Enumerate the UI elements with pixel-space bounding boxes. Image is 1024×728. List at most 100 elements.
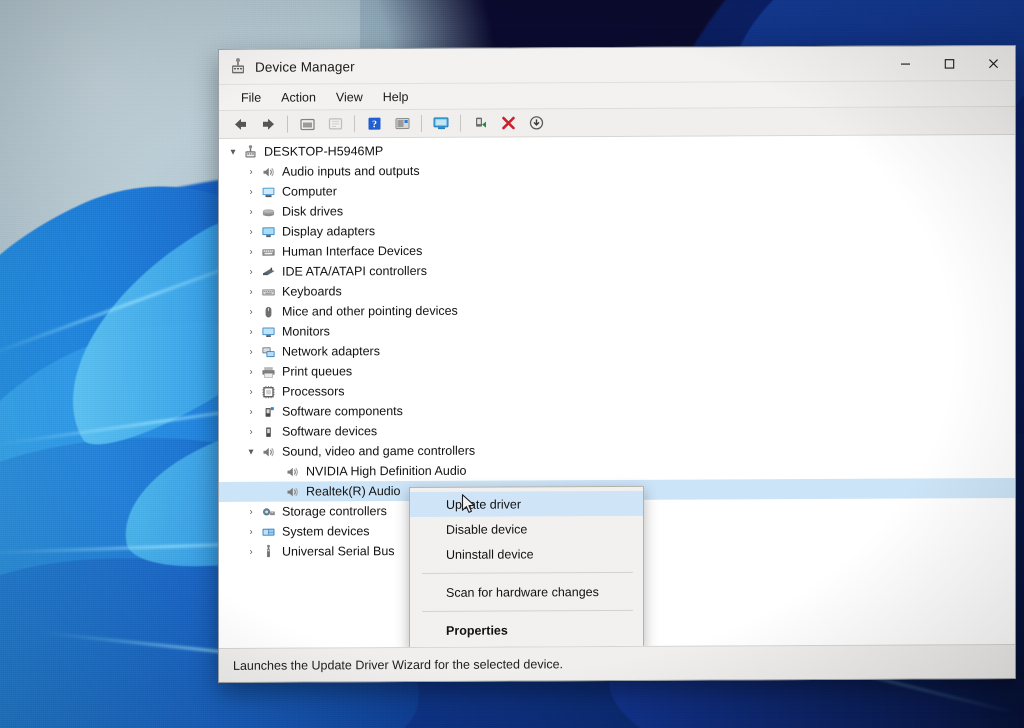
chevron-down-icon[interactable]: ▾ — [225, 146, 241, 157]
disable-device-icon[interactable] — [523, 112, 549, 134]
tree-item-label: Computer — [282, 184, 337, 199]
window-controls — [883, 46, 1015, 82]
tree-item-label: Sound, video and game controllers — [282, 443, 476, 459]
title-bar[interactable]: Device Manager — [219, 46, 1015, 85]
toolbar: ? — [219, 107, 1015, 139]
forward-arrow-icon[interactable] — [255, 113, 281, 135]
context-menu-item-update-driver[interactable]: Update driver — [410, 490, 643, 518]
system-icon — [259, 524, 277, 539]
mouse-cursor — [461, 494, 475, 513]
update-driver-icon[interactable] — [389, 112, 415, 134]
chevron-right-icon[interactable]: › — [243, 306, 259, 317]
uninstall-device-icon[interactable] — [495, 112, 521, 134]
tree-item-label: Display adapters — [282, 224, 376, 239]
tree-root-label: DESKTOP-H5946MP — [264, 144, 384, 159]
status-bar: Launches the Update Driver Wizard for th… — [219, 644, 1015, 682]
computer-icon — [259, 184, 277, 199]
toolbar-separator — [354, 115, 355, 133]
menu-action[interactable]: Action — [271, 87, 326, 107]
chevron-right-icon[interactable]: › — [243, 226, 259, 237]
chevron-right-icon[interactable]: › — [243, 266, 259, 277]
tree-item-label: Monitors — [282, 324, 330, 339]
usb-icon — [259, 544, 277, 559]
context-menu-separator — [422, 571, 633, 574]
menu-help[interactable]: Help — [373, 86, 419, 106]
speaker-icon — [259, 444, 277, 459]
software-comp-icon — [259, 404, 277, 419]
context-menu-item-label: Disable device — [446, 521, 528, 537]
tree-item-label: Mice and other pointing devices — [282, 303, 458, 319]
tree-item-label: System devices — [282, 524, 370, 539]
monitor-icon — [259, 324, 277, 339]
svg-text:?: ? — [372, 119, 377, 130]
chevron-right-icon[interactable]: › — [243, 206, 259, 217]
chevron-down-icon[interactable]: ▾ — [243, 446, 259, 457]
context-menu-item-uninstall-device[interactable]: Uninstall device — [410, 541, 643, 567]
context-menu: Update driver Disable device Uninstall dev… — [409, 485, 644, 648]
maximize-button[interactable] — [927, 46, 971, 81]
chevron-right-icon[interactable]: › — [243, 166, 259, 177]
chevron-right-icon[interactable]: › — [243, 246, 259, 257]
tree-item-label: NVIDIA High Definition Audio — [306, 463, 467, 479]
menu-view[interactable]: View — [326, 87, 373, 107]
ide-icon — [259, 264, 277, 279]
chevron-right-icon[interactable]: › — [243, 186, 259, 197]
status-text: Launches the Update Driver Wizard for th… — [233, 656, 564, 673]
speaker-icon — [259, 164, 277, 179]
enable-device-icon[interactable] — [467, 112, 493, 134]
network-icon — [259, 344, 277, 359]
device-tree-panel[interactable]: ▾ DESKTOP-H5946MP › Audio inputs and outp… — [219, 135, 1015, 648]
tree-item-label: Print queues — [282, 364, 353, 379]
scan-hardware-icon[interactable] — [428, 112, 454, 134]
chevron-right-icon[interactable]: › — [243, 346, 259, 357]
properties-icon[interactable] — [322, 113, 348, 135]
context-menu-item-properties[interactable]: Properties — [410, 617, 643, 643]
context-menu-item-label: Properties — [446, 623, 508, 638]
chevron-right-icon[interactable]: › — [243, 526, 259, 537]
close-button[interactable] — [971, 46, 1015, 81]
printer-icon — [259, 364, 277, 379]
tree-item-label: Network adapters — [282, 344, 380, 359]
menu-bar: File Action View Help — [219, 81, 1015, 111]
tree-item-label: Universal Serial Bus — [282, 544, 395, 559]
device-manager-icon — [232, 58, 244, 74]
context-menu-item-label: Update driver — [446, 496, 522, 512]
chevron-right-icon[interactable]: › — [243, 546, 259, 557]
computer-root-icon — [241, 144, 259, 159]
help-icon[interactable]: ? — [361, 113, 387, 135]
tree-item-label: Disk drives — [282, 204, 344, 219]
chevron-right-icon[interactable]: › — [243, 366, 259, 377]
chevron-right-icon[interactable]: › — [243, 386, 259, 397]
device-manager-window: Device Manager File Action View Help ? ▾… — [218, 45, 1016, 683]
tree-item-label: Processors — [282, 384, 345, 399]
display-icon — [259, 224, 277, 239]
up-one-level-icon[interactable] — [294, 113, 320, 135]
chevron-right-icon[interactable]: › — [243, 286, 259, 297]
tree-item-label: Keyboards — [282, 284, 342, 299]
chevron-right-icon[interactable]: › — [243, 506, 259, 517]
tree-item-label: Audio inputs and outputs — [282, 163, 420, 179]
processor-icon — [259, 384, 277, 399]
hid-icon — [259, 244, 277, 259]
menu-file[interactable]: File — [231, 87, 271, 107]
speaker-icon — [283, 484, 301, 499]
tree-item-label: Software components — [282, 404, 403, 419]
mouse-icon — [259, 304, 277, 319]
chevron-right-icon[interactable]: › — [243, 326, 259, 337]
tree-item-label: IDE ATA/ATAPI controllers — [282, 263, 427, 279]
back-arrow-icon[interactable] — [227, 113, 253, 135]
disk-icon — [259, 204, 277, 219]
chevron-right-icon[interactable]: › — [243, 406, 259, 417]
tree-item-label: Realtek(R) Audio — [306, 484, 401, 499]
context-menu-item-label: Uninstall device — [446, 546, 534, 562]
context-menu-item-disable-device[interactable]: Disable device — [410, 516, 643, 542]
window-title: Device Manager — [255, 58, 355, 75]
context-menu-item-scan-for-hardware-changes[interactable]: Scan for hardware changes — [410, 579, 643, 605]
chevron-right-icon[interactable]: › — [243, 426, 259, 437]
toolbar-separator — [460, 114, 461, 132]
tree-item-label: Human Interface Devices — [282, 243, 423, 259]
context-menu-separator — [422, 609, 633, 612]
minimize-button[interactable] — [883, 46, 927, 81]
tree-item-label: Storage controllers — [282, 504, 387, 519]
toolbar-separator — [421, 114, 422, 132]
